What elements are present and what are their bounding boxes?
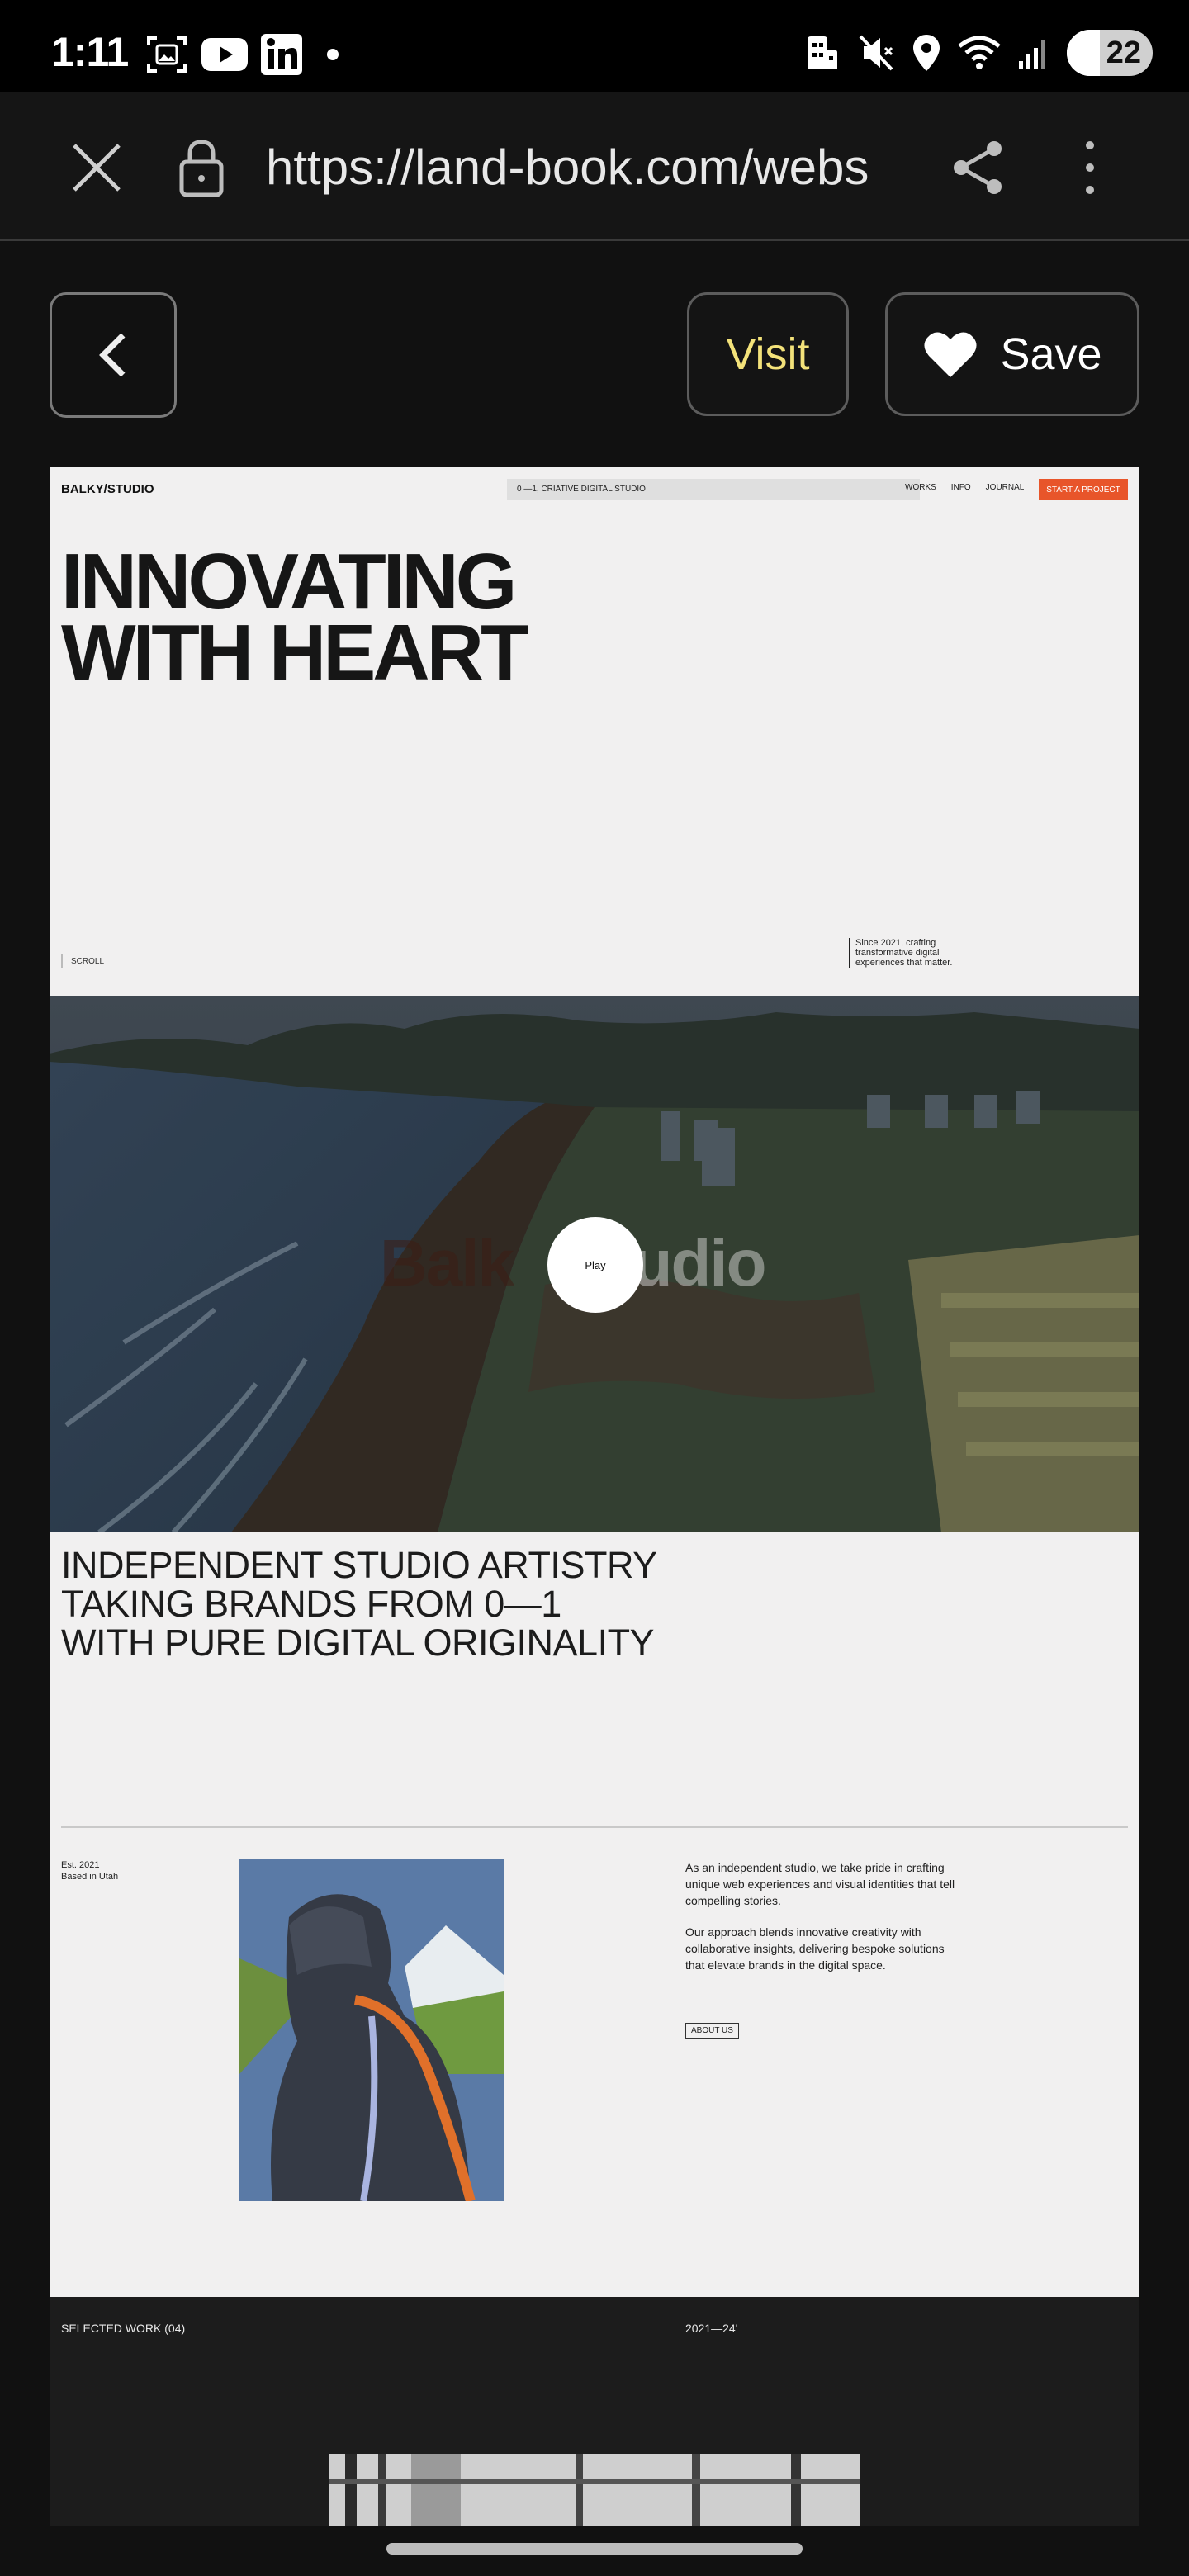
save-button[interactable]: Save: [885, 292, 1139, 416]
work-thumbnail[interactable]: [329, 2454, 860, 2526]
location-icon: [913, 35, 940, 71]
about-paragraph: Our approach blends innovative creativit…: [685, 1925, 945, 1972]
nav-link-info[interactable]: INFO: [951, 483, 971, 492]
notification-icons: [145, 33, 339, 76]
scroll-line-icon: [61, 954, 63, 968]
site-logo[interactable]: BALKY/STUDIO: [61, 482, 154, 496]
hiker-photo: [239, 1859, 504, 2201]
linkedin-icon: [261, 34, 302, 75]
about-text: As an independent studio, we take pride …: [685, 1859, 958, 1988]
screenshot-icon: [147, 36, 187, 73]
hero-line: WITH HEART: [61, 608, 529, 697]
close-icon[interactable]: [69, 140, 124, 195]
mission-statement: INDEPENDENT STUDIO ARTISTRY TAKING BRAND…: [61, 1546, 657, 1662]
mission-line: WITH PURE DIGITAL ORIGINALITY: [61, 1622, 655, 1664]
youtube-icon: [201, 38, 248, 71]
selected-work-label: SELECTED WORK (04): [61, 2322, 186, 2335]
play-button[interactable]: Play: [547, 1217, 643, 1313]
signal-icon: [1019, 40, 1045, 69]
heart-icon: [924, 332, 978, 377]
url-field[interactable]: https://land-book.com/webs: [266, 139, 910, 196]
scroll-label: SCROLL: [71, 956, 105, 966]
nav-link-journal[interactable]: JOURNAL: [986, 483, 1025, 492]
est-info: Est. 2021 Based in Utah: [61, 1859, 118, 1882]
about-us-button[interactable]: ABOUT US: [685, 2023, 739, 2039]
scroll-indicator: SCROLL: [61, 954, 104, 968]
mission-line: TAKING BRANDS FROM 0—1: [61, 1583, 561, 1625]
vibrate-mute-icon: [859, 35, 893, 71]
wifi-icon: [958, 36, 1001, 69]
share-icon[interactable]: [951, 139, 1006, 197]
mission-line: INDEPENDENT STUDIO ARTISTRY: [61, 1544, 657, 1586]
home-indicator[interactable]: [386, 2543, 803, 2555]
hero-video[interactable]: Balk tudio Play: [50, 996, 1139, 1532]
about-paragraph: As an independent studio, we take pride …: [685, 1861, 955, 1907]
site-tagline: 0 —1, CRIATIVE DIGITAL STUDIO: [507, 479, 920, 500]
selected-work-section: SELECTED WORK (04) 2021—24': [50, 2297, 1139, 2526]
est-line: Est. 2021: [61, 1860, 100, 1870]
start-project-button[interactable]: START A PROJECT: [1039, 479, 1128, 500]
dnd-building-icon: [808, 36, 837, 69]
back-button[interactable]: [50, 292, 177, 418]
video-logo-part: Balk: [380, 1226, 514, 1300]
work-year-range: 2021—24': [685, 2322, 738, 2335]
status-time: 1:11: [51, 29, 129, 75]
chevron-left-icon: [99, 333, 126, 377]
site-links: WORKS INFO JOURNAL: [905, 483, 1024, 492]
nav-link-works[interactable]: WORKS: [905, 483, 936, 492]
hero-line: INNOVATING: [61, 537, 517, 626]
browser-toolbar: https://land-book.com/webs: [0, 92, 1189, 241]
website-preview[interactable]: BALKY/STUDIO 0 —1, CRIATIVE DIGITAL STUD…: [50, 467, 1139, 2526]
hero-title: INNOVATING WITH HEART: [61, 537, 529, 697]
system-icons: 22: [804, 30, 1153, 76]
lock-icon[interactable]: [177, 137, 226, 198]
save-label: Save: [1000, 329, 1102, 379]
status-bar: 1:11 22: [0, 0, 1189, 92]
battery-indicator: 22: [1067, 30, 1153, 76]
section-divider: [61, 1826, 1128, 1828]
since-text: Since 2021, crafting transformative digi…: [849, 938, 973, 968]
battery-level: 22: [1106, 36, 1141, 70]
site-nav: BALKY/STUDIO 0 —1, CRIATIVE DIGITAL STUD…: [50, 467, 1139, 514]
more-options-icon[interactable]: [1073, 139, 1106, 197]
est-line: Based in Utah: [61, 1872, 119, 1882]
more-notifications-dot: [327, 49, 339, 60]
visit-button[interactable]: Visit: [687, 292, 849, 416]
